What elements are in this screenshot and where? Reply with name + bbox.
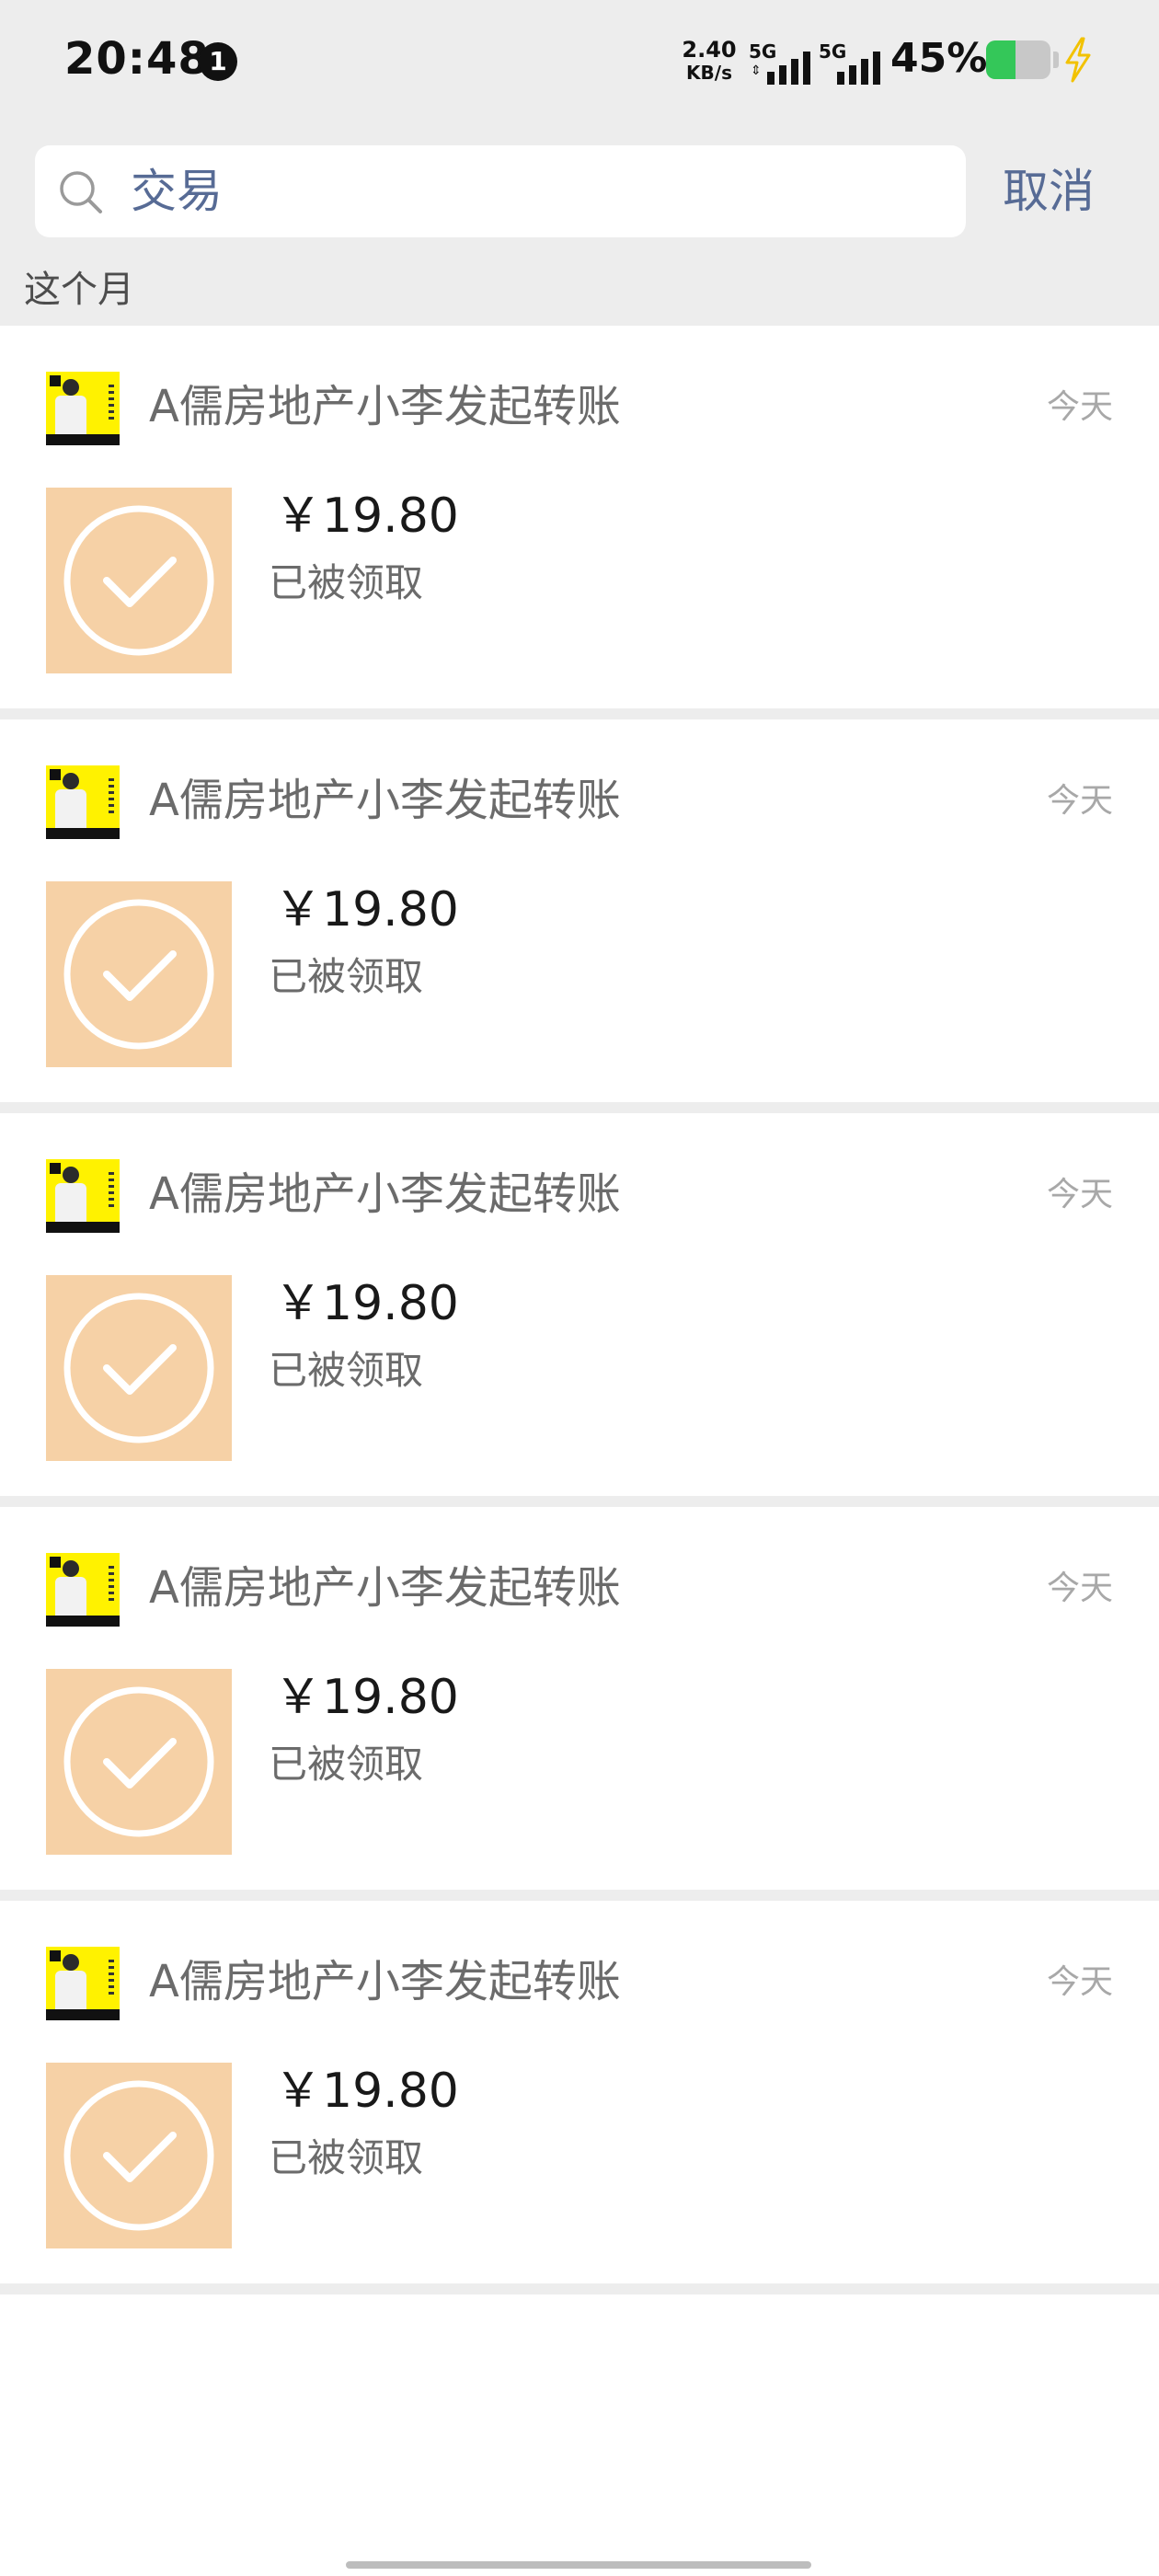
avatar-logo [50, 375, 61, 386]
avatar-person-head [63, 1560, 79, 1577]
search-input[interactable]: 交易 [35, 145, 966, 237]
check-circle-icon [63, 2080, 214, 2231]
battery-percentage: 45% [890, 35, 988, 82]
transfer-received-icon [46, 1275, 232, 1461]
cancel-button[interactable]: 取消 [1003, 164, 1095, 219]
avatar-person-body [55, 1971, 86, 2009]
avatar-strip [46, 2009, 120, 2020]
avatar-text-column [109, 778, 114, 815]
avatar-strip [46, 1616, 120, 1627]
transaction-card[interactable]: A儒房地产小李发起转账 今天 ￥19.80 已被领取 [0, 326, 1159, 719]
avatar-person-body [55, 789, 86, 828]
transaction-date: 今天 [1046, 1570, 1113, 1607]
search-area: 交易 取消 这个月 [0, 129, 1159, 326]
avatar-text-column [109, 1960, 114, 1996]
avatar-person-body [55, 396, 86, 434]
avatar-logo [50, 1557, 61, 1568]
transaction-amount: ￥19.80 [274, 489, 459, 544]
avatar[interactable] [46, 372, 120, 445]
signal-bars-icon [837, 52, 880, 85]
network-speed-unit: KB/s [686, 62, 732, 84]
avatar-person-head [63, 1954, 79, 1971]
avatar-person-head [63, 1167, 79, 1183]
check-circle-icon [63, 1293, 214, 1443]
avatar-text-column [109, 1566, 114, 1603]
network-speed-value: 2.40 [682, 37, 737, 63]
home-indicator[interactable] [346, 2561, 811, 2569]
avatar-person-body [55, 1577, 86, 1616]
data-arrows-icon: ⇕ [751, 63, 762, 78]
transaction-list: A儒房地产小李发起转账 今天 ￥19.80 已被领取 A儒房地产小李发起转账 今天 ￥19.… [0, 326, 1159, 2294]
transaction-title: A儒房地产小李发起转账 [149, 381, 621, 432]
avatar[interactable] [46, 1947, 120, 2020]
check-circle-icon [63, 505, 214, 656]
transaction-card[interactable]: A儒房地产小李发起转账 今天 ￥19.80 已被领取 [0, 1113, 1159, 1507]
transaction-amount: ￥19.80 [274, 1670, 459, 1725]
avatar-person-head [63, 773, 79, 789]
avatar-logo [50, 769, 61, 780]
avatar-person-body [55, 1183, 86, 1222]
signal-sim1: 5G ⇕ [749, 40, 826, 85]
transaction-status: 已被领取 [269, 1348, 424, 1393]
transaction-card[interactable]: A儒房地产小李发起转账 今天 ￥19.80 已被领取 [0, 1507, 1159, 1901]
avatar-strip [46, 1222, 120, 1233]
avatar-logo [50, 1163, 61, 1174]
transaction-status: 已被领取 [269, 2135, 424, 2180]
transaction-status: 已被领取 [269, 1742, 424, 1787]
avatar-logo [50, 1950, 61, 1961]
transaction-status: 已被领取 [269, 560, 424, 605]
transaction-card[interactable]: A儒房地产小李发起转账 今天 ￥19.80 已被领取 [0, 1901, 1159, 2294]
transaction-amount: ￥19.80 [274, 882, 459, 937]
status-bar: 20:48 1 2.40 KB/s 5G ⇕ 5G 45% [0, 0, 1159, 129]
transaction-date: 今天 [1046, 1176, 1113, 1213]
transaction-status: 已被领取 [269, 954, 424, 999]
notification-badge: 1 [199, 42, 237, 81]
signal-sim2: 5G [819, 40, 896, 85]
check-circle-icon [63, 1686, 214, 1837]
signal-bars-icon [767, 52, 810, 85]
transaction-title: A儒房地产小李发起转账 [149, 1562, 621, 1614]
search-icon [60, 171, 102, 213]
transfer-received-icon [46, 1669, 232, 1855]
transaction-title: A儒房地产小李发起转账 [149, 1956, 621, 2007]
avatar[interactable] [46, 1159, 120, 1233]
avatar-text-column [109, 1172, 114, 1209]
section-label-this-month: 这个月 [24, 269, 134, 311]
avatar-strip [46, 434, 120, 445]
avatar-person-head [63, 379, 79, 396]
status-time: 20:48 [64, 33, 210, 85]
transaction-card[interactable]: A儒房地产小李发起转账 今天 ￥19.80 已被领取 [0, 719, 1159, 1113]
network-speed: 2.40 KB/s [679, 39, 740, 82]
avatar-text-column [109, 385, 114, 421]
battery-cap [1053, 52, 1059, 68]
transfer-received-icon [46, 488, 232, 673]
battery-fill [986, 40, 1016, 79]
battery-icon [986, 40, 1050, 79]
transfer-received-icon [46, 881, 232, 1067]
transaction-date: 今天 [1046, 1963, 1113, 2001]
transfer-received-icon [46, 2063, 232, 2248]
transaction-amount: ￥19.80 [274, 1276, 459, 1331]
avatar[interactable] [46, 765, 120, 839]
bolt-icon [1065, 37, 1091, 83]
transaction-amount: ￥19.80 [274, 2064, 459, 2119]
transaction-date: 今天 [1046, 388, 1113, 426]
transaction-date: 今天 [1046, 782, 1113, 820]
search-query[interactable]: 交易 [131, 166, 223, 217]
check-circle-icon [63, 899, 214, 1050]
transaction-title: A儒房地产小李发起转账 [149, 775, 621, 826]
avatar[interactable] [46, 1553, 120, 1627]
avatar-strip [46, 828, 120, 839]
transaction-title: A儒房地产小李发起转账 [149, 1168, 621, 1220]
